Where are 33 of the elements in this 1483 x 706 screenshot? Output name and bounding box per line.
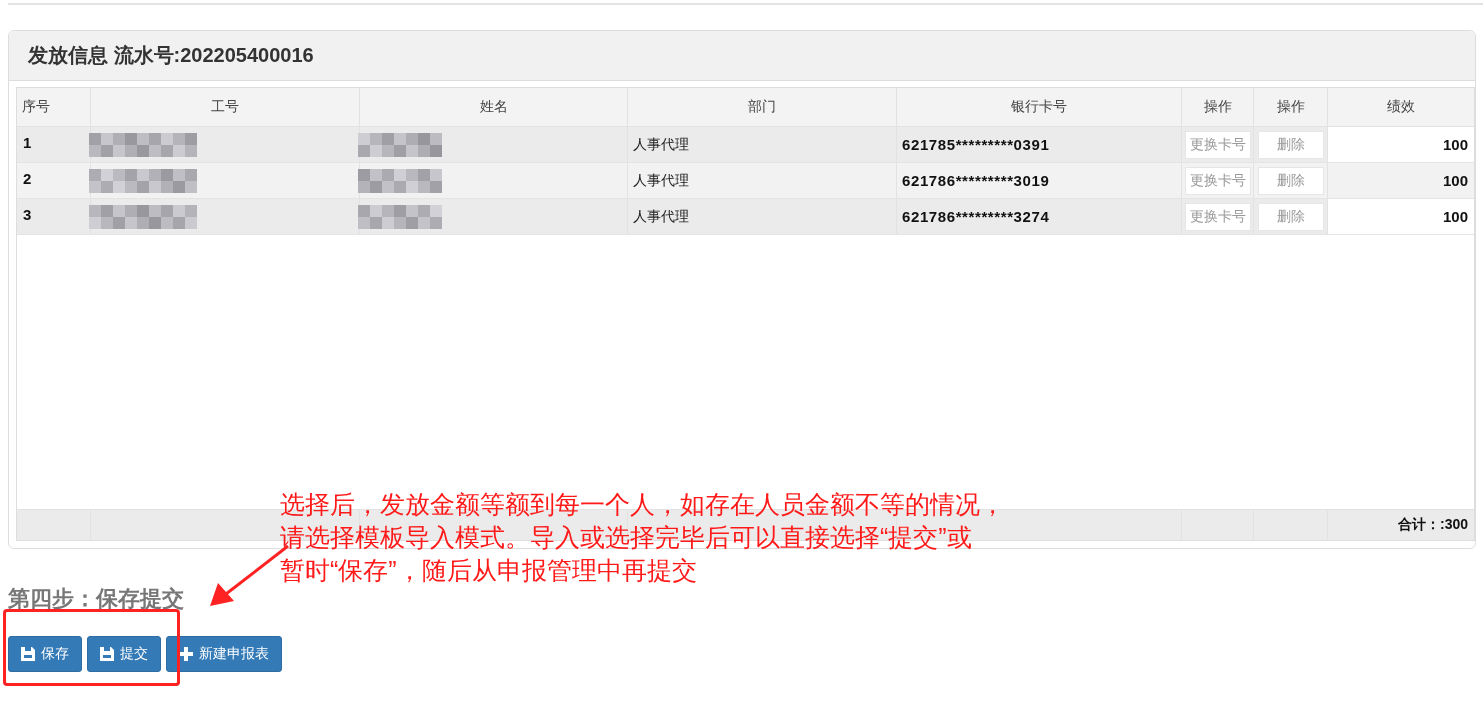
save-button[interactable]: 提交 [87,636,161,672]
change-card-button[interactable]: 更换卡号 [1184,166,1251,195]
column-header: 绩效 [1386,97,1416,116]
column-header: 操作 [1182,88,1254,126]
change-card-button[interactable]: 更换卡号 [1184,202,1251,231]
save-button[interactable]: 保存 [8,636,82,672]
department-cell: 人事代理 [628,127,897,162]
step-heading: 第四步：保存提交 [8,586,184,611]
annotation-line: 暂时“保存”，随后从申报管理中再提交 [280,555,698,586]
panel-title: 发放信息 流水号:202205400016 [28,43,314,68]
add-button[interactable]: 新建申报表 [166,636,282,672]
delete-button[interactable]: 删除 [1257,130,1324,159]
column-header: 姓名 [360,88,628,126]
performance-field[interactable]: 100 [1328,127,1474,162]
bank-card-number: 621785*********0391 [897,127,1182,162]
column-header: 工号 [91,88,360,126]
performance-field[interactable]: 100 [1328,199,1474,234]
department-cell: 人事代理 [628,163,897,198]
total-amount: 合计：:300 [1397,516,1468,534]
annotation-line: 选择后，发放金额等额到每一个人，如存在人员金额不等的情况， [280,489,1005,520]
change-card-button[interactable]: 更换卡号 [1184,130,1251,159]
bank-card-number: 621786*********3274 [897,199,1182,234]
column-header: 部门 [628,88,897,126]
column-header: 序号 [17,88,91,126]
column-header: 银行卡号 [897,88,1182,126]
column-header: 操作 [1254,88,1328,126]
bank-card-number: 621786*********3019 [897,163,1182,198]
department-cell: 人事代理 [628,199,897,234]
delete-button[interactable]: 删除 [1257,166,1324,195]
annotation-line: 请选择模板导入模式。导入或选择完毕后可以直接选择“提交”或 [280,522,973,553]
delete-button[interactable]: 删除 [1257,202,1324,231]
plus-icon [179,647,193,661]
performance-field[interactable]: 100 [1328,163,1474,198]
